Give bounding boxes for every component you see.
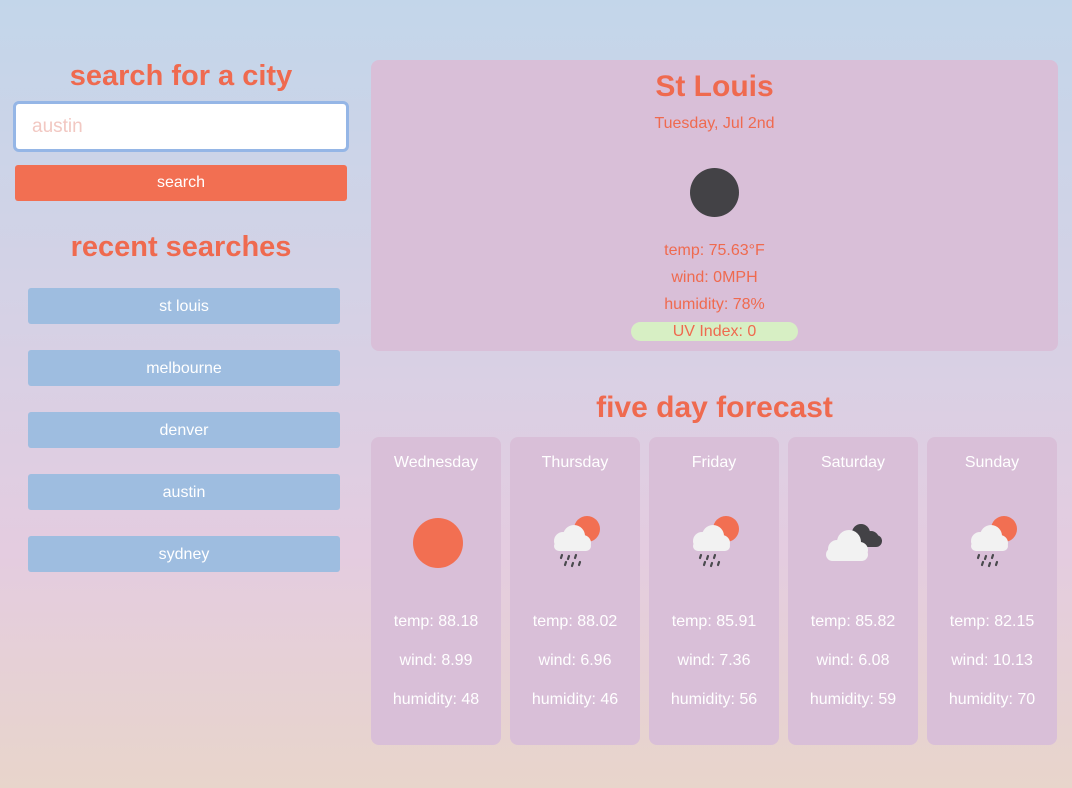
day-humidity: humidity: 59	[809, 691, 897, 708]
day-humidity: humidity: 56	[670, 691, 758, 708]
current-wind: wind: 0MPH	[671, 269, 758, 286]
current-date: Tuesday, Jul 2nd	[654, 115, 775, 132]
day-name: Sunday	[964, 454, 1020, 471]
current-humidity: humidity: 78%	[664, 296, 765, 313]
sun-rain-cloud-icon	[971, 516, 1017, 568]
recent-search-button[interactable]: denver	[28, 412, 340, 448]
day-wind: wind: 6.08	[816, 652, 890, 669]
day-temp: temp: 88.18	[393, 613, 479, 630]
day-temp: temp: 88.02	[532, 613, 618, 630]
search-title: search for a city	[69, 60, 293, 92]
search-input[interactable]	[13, 101, 349, 152]
current-weather-card: St Louis Tuesday, Jul 2nd temp: 75.63°F …	[371, 60, 1058, 351]
current-temp: temp: 75.63°F	[664, 242, 765, 259]
city-name: St Louis	[655, 70, 774, 103]
day-humidity: humidity: 70	[948, 691, 1036, 708]
recent-searches-title: recent searches	[70, 231, 292, 263]
forecast-row: Wednesday temp: 88.18 wind: 8.99 humidit…	[371, 437, 1058, 745]
day-wind: wind: 8.99	[399, 652, 473, 669]
recent-search-button[interactable]: austin	[28, 474, 340, 510]
recent-search-button[interactable]: st louis	[28, 288, 340, 324]
sun-rain-cloud-icon	[554, 516, 600, 568]
forecast-day-card: Wednesday temp: 88.18 wind: 8.99 humidit…	[371, 437, 501, 745]
day-temp: temp: 82.15	[949, 613, 1035, 630]
forecast-title: five day forecast	[596, 391, 833, 424]
uv-index-badge: UV Index: 0	[631, 322, 798, 341]
forecast-day-card: Friday temp: 85.91 wind: 7.36 humidity: …	[649, 437, 779, 745]
day-wind: wind: 6.96	[538, 652, 612, 669]
recent-searches-list: st louis melbourne denver austin sydney	[28, 288, 340, 598]
day-humidity: humidity: 48	[392, 691, 480, 708]
forecast-day-card: Saturday temp: 85.82 wind: 6.08 humidity…	[788, 437, 918, 745]
sun-icon	[413, 518, 463, 568]
broken-clouds-icon	[826, 524, 882, 561]
forecast-day-card: Thursday temp: 88.02 wind: 6.96 humidity…	[510, 437, 640, 745]
day-name: Wednesday	[393, 454, 479, 471]
day-wind: wind: 10.13	[951, 652, 1033, 669]
day-name: Thursday	[541, 454, 609, 471]
recent-search-button[interactable]: sydney	[28, 536, 340, 572]
day-temp: temp: 85.82	[810, 613, 896, 630]
sun-rain-cloud-icon	[693, 516, 739, 568]
search-button[interactable]: search	[15, 165, 347, 201]
day-name: Saturday	[820, 454, 886, 471]
day-wind: wind: 7.36	[677, 652, 751, 669]
forecast-day-card: Sunday temp: 82.15 wind: 10.13 humidity:…	[927, 437, 1057, 745]
day-temp: temp: 85.91	[671, 613, 757, 630]
clear-night-icon	[690, 168, 739, 217]
day-name: Friday	[691, 454, 737, 471]
recent-search-button[interactable]: melbourne	[28, 350, 340, 386]
day-humidity: humidity: 46	[531, 691, 619, 708]
